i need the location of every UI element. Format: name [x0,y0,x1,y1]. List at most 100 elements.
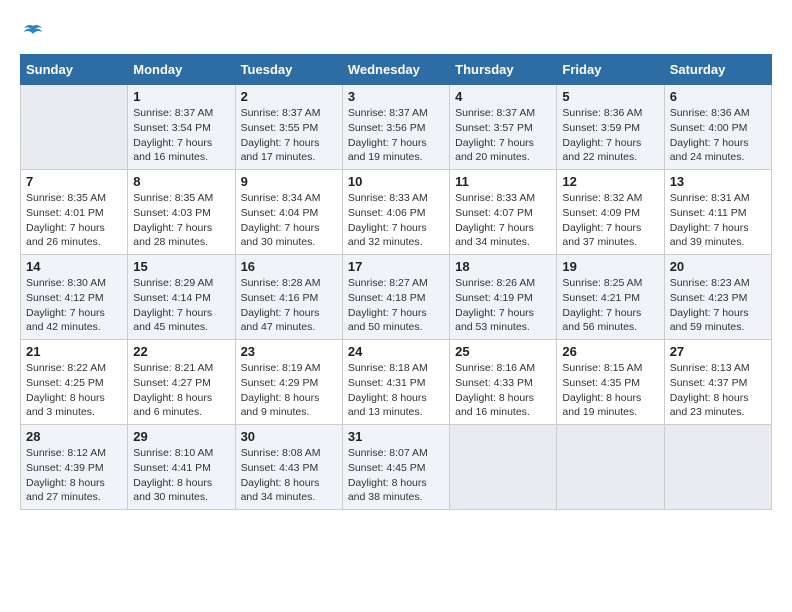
day-number: 4 [455,89,551,104]
calendar-day-cell: 5 Sunrise: 8:36 AM Sunset: 3:59 PM Dayli… [557,85,664,170]
day-number: 14 [26,259,122,274]
day-number: 7 [26,174,122,189]
calendar-day-cell: 15 Sunrise: 8:29 AM Sunset: 4:14 PM Dayl… [128,255,235,340]
calendar-day-cell: 3 Sunrise: 8:37 AM Sunset: 3:56 PM Dayli… [342,85,449,170]
day-number: 1 [133,89,229,104]
calendar-day-cell: 22 Sunrise: 8:21 AM Sunset: 4:27 PM Dayl… [128,340,235,425]
day-number: 3 [348,89,444,104]
day-info: Sunrise: 8:37 AM Sunset: 3:56 PM Dayligh… [348,106,444,165]
calendar-day-cell [450,425,557,510]
page-header [20,20,772,44]
calendar-day-cell: 7 Sunrise: 8:35 AM Sunset: 4:01 PM Dayli… [21,170,128,255]
calendar-day-cell [557,425,664,510]
calendar-day-cell: 12 Sunrise: 8:32 AM Sunset: 4:09 PM Dayl… [557,170,664,255]
day-info: Sunrise: 8:34 AM Sunset: 4:04 PM Dayligh… [241,191,337,250]
day-info: Sunrise: 8:37 AM Sunset: 3:55 PM Dayligh… [241,106,337,165]
day-number: 17 [348,259,444,274]
calendar-day-cell: 24 Sunrise: 8:18 AM Sunset: 4:31 PM Dayl… [342,340,449,425]
calendar-day-cell: 16 Sunrise: 8:28 AM Sunset: 4:16 PM Dayl… [235,255,342,340]
calendar-day-cell: 19 Sunrise: 8:25 AM Sunset: 4:21 PM Dayl… [557,255,664,340]
day-info: Sunrise: 8:19 AM Sunset: 4:29 PM Dayligh… [241,361,337,420]
day-info: Sunrise: 8:16 AM Sunset: 4:33 PM Dayligh… [455,361,551,420]
day-info: Sunrise: 8:23 AM Sunset: 4:23 PM Dayligh… [670,276,766,335]
calendar-week-row: 14 Sunrise: 8:30 AM Sunset: 4:12 PM Dayl… [21,255,772,340]
day-number: 19 [562,259,658,274]
day-number: 20 [670,259,766,274]
calendar-day-cell: 4 Sunrise: 8:37 AM Sunset: 3:57 PM Dayli… [450,85,557,170]
day-info: Sunrise: 8:15 AM Sunset: 4:35 PM Dayligh… [562,361,658,420]
day-info: Sunrise: 8:18 AM Sunset: 4:31 PM Dayligh… [348,361,444,420]
day-number: 31 [348,429,444,444]
col-header-tuesday: Tuesday [235,55,342,85]
calendar-day-cell [21,85,128,170]
day-number: 25 [455,344,551,359]
calendar-table: SundayMondayTuesdayWednesdayThursdayFrid… [20,54,772,510]
calendar-week-row: 21 Sunrise: 8:22 AM Sunset: 4:25 PM Dayl… [21,340,772,425]
day-number: 18 [455,259,551,274]
day-info: Sunrise: 8:22 AM Sunset: 4:25 PM Dayligh… [26,361,122,420]
day-number: 11 [455,174,551,189]
day-info: Sunrise: 8:35 AM Sunset: 4:01 PM Dayligh… [26,191,122,250]
day-number: 10 [348,174,444,189]
day-info: Sunrise: 8:36 AM Sunset: 4:00 PM Dayligh… [670,106,766,165]
day-info: Sunrise: 8:35 AM Sunset: 4:03 PM Dayligh… [133,191,229,250]
day-info: Sunrise: 8:21 AM Sunset: 4:27 PM Dayligh… [133,361,229,420]
day-number: 8 [133,174,229,189]
day-info: Sunrise: 8:10 AM Sunset: 4:41 PM Dayligh… [133,446,229,505]
day-info: Sunrise: 8:28 AM Sunset: 4:16 PM Dayligh… [241,276,337,335]
calendar-day-cell: 20 Sunrise: 8:23 AM Sunset: 4:23 PM Dayl… [664,255,771,340]
calendar-day-cell: 17 Sunrise: 8:27 AM Sunset: 4:18 PM Dayl… [342,255,449,340]
calendar-day-cell: 26 Sunrise: 8:15 AM Sunset: 4:35 PM Dayl… [557,340,664,425]
calendar-header-row: SundayMondayTuesdayWednesdayThursdayFrid… [21,55,772,85]
day-info: Sunrise: 8:37 AM Sunset: 3:57 PM Dayligh… [455,106,551,165]
calendar-day-cell [664,425,771,510]
calendar-day-cell: 25 Sunrise: 8:16 AM Sunset: 4:33 PM Dayl… [450,340,557,425]
day-number: 16 [241,259,337,274]
day-info: Sunrise: 8:27 AM Sunset: 4:18 PM Dayligh… [348,276,444,335]
day-number: 23 [241,344,337,359]
day-info: Sunrise: 8:37 AM Sunset: 3:54 PM Dayligh… [133,106,229,165]
col-header-sunday: Sunday [21,55,128,85]
day-number: 12 [562,174,658,189]
col-header-wednesday: Wednesday [342,55,449,85]
calendar-day-cell: 1 Sunrise: 8:37 AM Sunset: 3:54 PM Dayli… [128,85,235,170]
col-header-thursday: Thursday [450,55,557,85]
calendar-day-cell: 13 Sunrise: 8:31 AM Sunset: 4:11 PM Dayl… [664,170,771,255]
col-header-friday: Friday [557,55,664,85]
logo [20,20,42,44]
day-info: Sunrise: 8:33 AM Sunset: 4:06 PM Dayligh… [348,191,444,250]
day-info: Sunrise: 8:07 AM Sunset: 4:45 PM Dayligh… [348,446,444,505]
day-number: 27 [670,344,766,359]
day-info: Sunrise: 8:26 AM Sunset: 4:19 PM Dayligh… [455,276,551,335]
calendar-day-cell: 21 Sunrise: 8:22 AM Sunset: 4:25 PM Dayl… [21,340,128,425]
day-number: 5 [562,89,658,104]
calendar-day-cell: 2 Sunrise: 8:37 AM Sunset: 3:55 PM Dayli… [235,85,342,170]
calendar-day-cell: 27 Sunrise: 8:13 AM Sunset: 4:37 PM Dayl… [664,340,771,425]
calendar-week-row: 28 Sunrise: 8:12 AM Sunset: 4:39 PM Dayl… [21,425,772,510]
calendar-day-cell: 23 Sunrise: 8:19 AM Sunset: 4:29 PM Dayl… [235,340,342,425]
day-number: 9 [241,174,337,189]
day-info: Sunrise: 8:31 AM Sunset: 4:11 PM Dayligh… [670,191,766,250]
logo-bird-icon [22,22,44,44]
calendar-day-cell: 11 Sunrise: 8:33 AM Sunset: 4:07 PM Dayl… [450,170,557,255]
calendar-day-cell: 30 Sunrise: 8:08 AM Sunset: 4:43 PM Dayl… [235,425,342,510]
calendar-day-cell: 8 Sunrise: 8:35 AM Sunset: 4:03 PM Dayli… [128,170,235,255]
day-number: 21 [26,344,122,359]
day-info: Sunrise: 8:33 AM Sunset: 4:07 PM Dayligh… [455,191,551,250]
calendar-week-row: 1 Sunrise: 8:37 AM Sunset: 3:54 PM Dayli… [21,85,772,170]
calendar-day-cell: 6 Sunrise: 8:36 AM Sunset: 4:00 PM Dayli… [664,85,771,170]
day-info: Sunrise: 8:29 AM Sunset: 4:14 PM Dayligh… [133,276,229,335]
day-info: Sunrise: 8:25 AM Sunset: 4:21 PM Dayligh… [562,276,658,335]
calendar-day-cell: 18 Sunrise: 8:26 AM Sunset: 4:19 PM Dayl… [450,255,557,340]
day-number: 30 [241,429,337,444]
calendar-day-cell: 31 Sunrise: 8:07 AM Sunset: 4:45 PM Dayl… [342,425,449,510]
day-info: Sunrise: 8:32 AM Sunset: 4:09 PM Dayligh… [562,191,658,250]
day-number: 24 [348,344,444,359]
col-header-saturday: Saturday [664,55,771,85]
day-number: 26 [562,344,658,359]
day-number: 15 [133,259,229,274]
day-number: 22 [133,344,229,359]
day-number: 2 [241,89,337,104]
day-number: 6 [670,89,766,104]
col-header-monday: Monday [128,55,235,85]
